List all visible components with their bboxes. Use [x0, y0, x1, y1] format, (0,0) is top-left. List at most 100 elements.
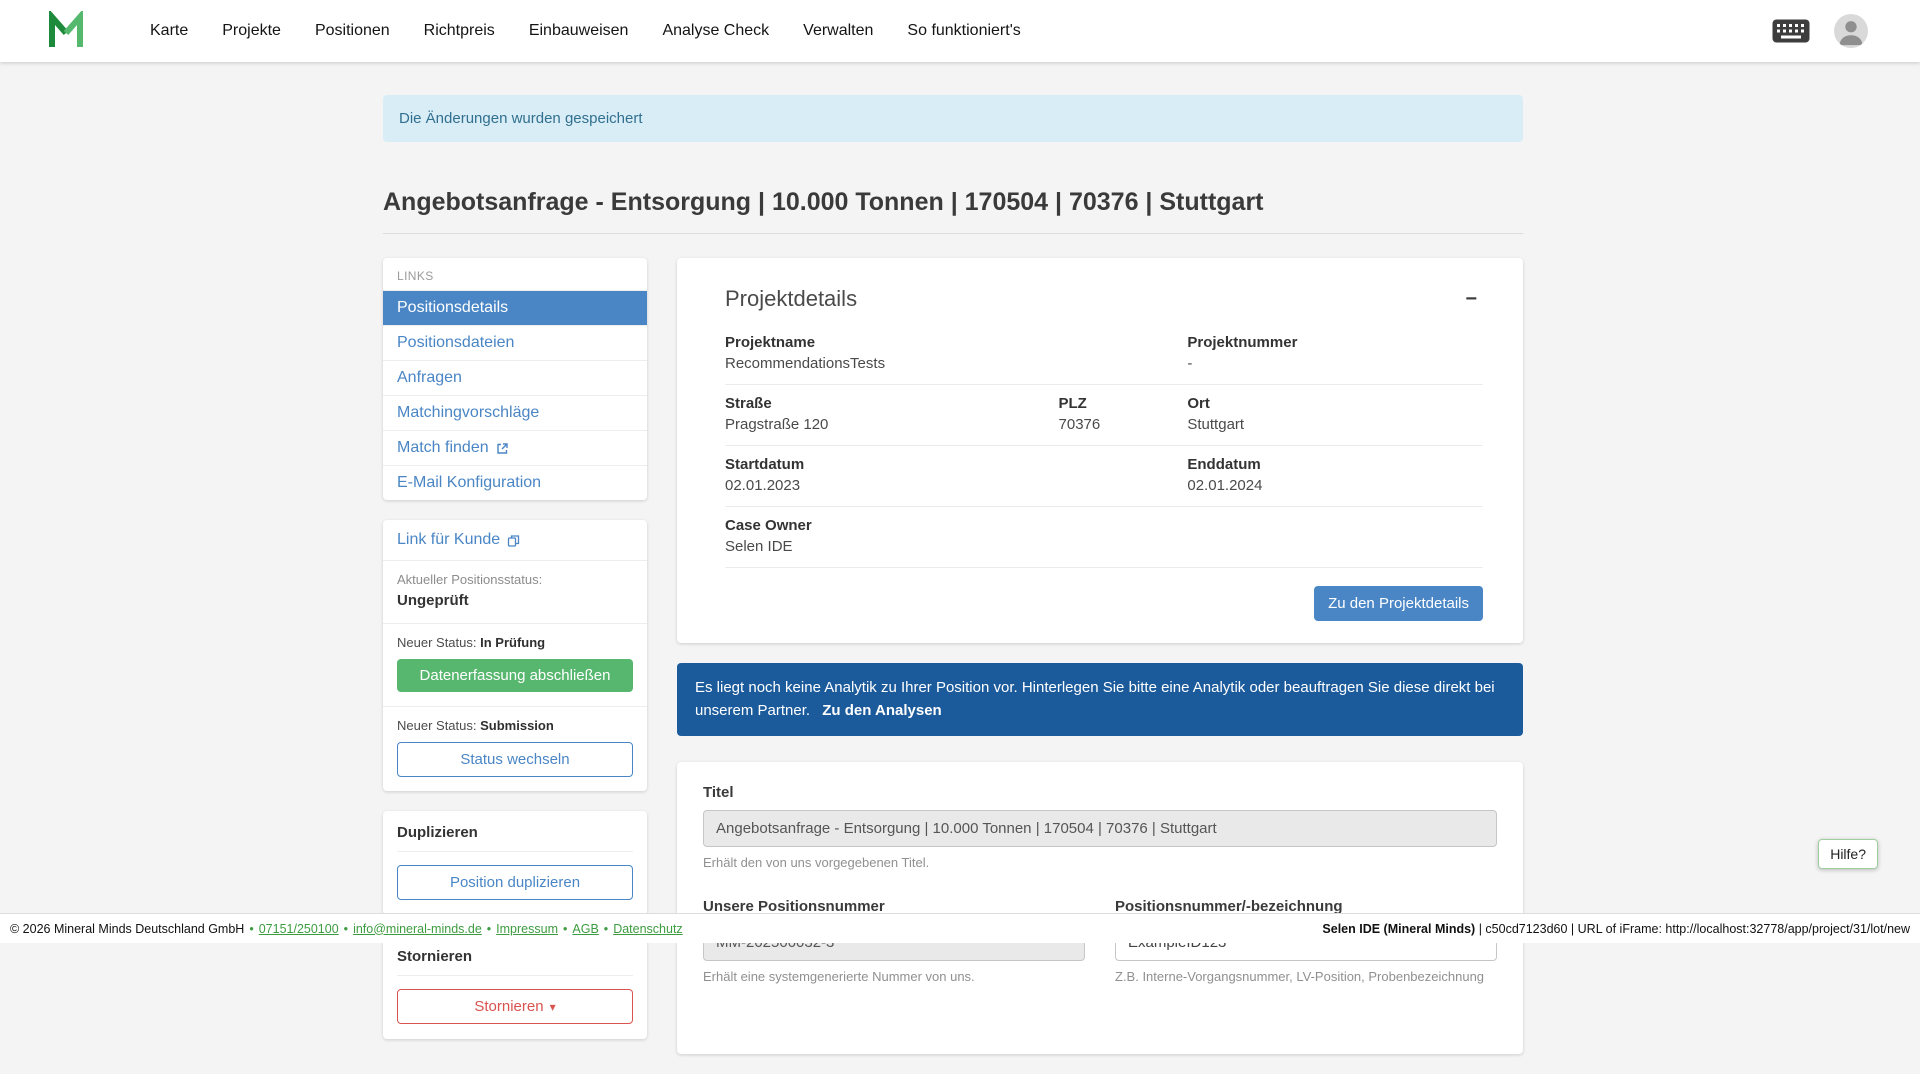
switch-status-button[interactable]: Status wechseln — [397, 742, 633, 777]
links-header: LINKS — [383, 258, 647, 290]
field-value: Stuttgart — [1187, 416, 1483, 433]
nav-item-einbauweisen[interactable]: Einbauweisen — [529, 22, 629, 40]
title-help-text: Erhält den von uns vorgegebenen Titel. — [703, 855, 1497, 870]
footer-email-link[interactable]: info@mineral-minds.de — [353, 922, 482, 936]
field-label: Startdatum — [725, 456, 1059, 473]
caret-down-icon: ▾ — [550, 1001, 556, 1013]
page-title: Angebotsanfrage - Entsorgung | 10.000 To… — [383, 188, 1523, 217]
session-user: Selen IDE (Mineral Minds) — [1322, 922, 1475, 936]
field-value: 70376 — [1059, 416, 1188, 433]
title-field-label: Titel — [703, 784, 1497, 801]
next-status-section-1: Neuer Status: In Prüfung Datenerfassung … — [383, 624, 647, 707]
project-details-title: Projektdetails — [725, 286, 857, 312]
nav-item-karte[interactable]: Karte — [150, 22, 188, 40]
brand-logo[interactable] — [46, 11, 92, 51]
footer-separator: • — [487, 922, 491, 936]
cancel-card: Stornieren Stornieren ▾ — [383, 935, 647, 1039]
analytics-banner: Es liegt noch keine Analytik zu Ihrer Po… — [677, 663, 1523, 736]
field-value: - — [1187, 355, 1483, 372]
footer-phone-link[interactable]: 07151/250100 — [259, 922, 339, 936]
next-status-section-2: Neuer Status: Submission Status wechseln — [383, 707, 647, 791]
main-nav: Karte Projekte Positionen Richtpreis Ein… — [150, 22, 1055, 40]
external-link-icon — [496, 442, 509, 455]
sidebar-item-positionsdateien[interactable]: Positionsdateien — [383, 325, 647, 360]
sidebar-item-anfragen[interactable]: Anfragen — [383, 360, 647, 395]
nav-item-projekte[interactable]: Projekte — [222, 22, 281, 40]
navbar-right — [1772, 14, 1868, 48]
title-input — [703, 810, 1497, 847]
sidebar-item-matchingvorschlaege[interactable]: Matchingvorschläge — [383, 395, 647, 430]
success-alert: Die Änderungen wurden gespeichert — [383, 95, 1523, 142]
footer-separator: • — [563, 922, 567, 936]
footer-separator: • — [249, 922, 253, 936]
nav-item-so-funktionierts[interactable]: So funktioniert's — [907, 22, 1020, 40]
current-status-label: Aktueller Positionsstatus: — [397, 572, 633, 587]
project-field-row: Projektname RecommendationsTests Projekt… — [725, 324, 1483, 385]
nav-item-positionen[interactable]: Positionen — [315, 22, 390, 40]
duplicate-position-button[interactable]: Position duplizieren — [397, 865, 633, 900]
our-position-number-help: Erhält eine systemgenerierte Nummer von … — [703, 969, 1085, 984]
field-label: Case Owner — [725, 517, 1059, 534]
current-status-section: Aktueller Positionsstatus: Ungeprüft — [383, 561, 647, 624]
current-status-value: Ungeprüft — [397, 592, 633, 609]
go-to-analyses-link[interactable]: Zu den Analysen — [822, 702, 941, 719]
field-label: Straße — [725, 395, 1059, 412]
analytics-banner-text: Es liegt noch keine Analytik zu Ihrer Po… — [695, 679, 1495, 719]
mineral-minds-logo-icon — [46, 11, 92, 51]
top-navbar: Karte Projekte Positionen Richtpreis Ein… — [0, 0, 1920, 62]
user-avatar[interactable] — [1834, 14, 1868, 48]
sidebar-item-match-finden[interactable]: Match finden — [383, 430, 647, 465]
keyboard-icon[interactable] — [1772, 19, 1810, 43]
nav-item-richtpreis[interactable]: Richtpreis — [424, 22, 495, 40]
next-status-line: Neuer Status: Submission — [397, 718, 633, 733]
complete-data-entry-button[interactable]: Datenerfassung abschließen — [397, 659, 633, 692]
field-value: Pragstraße 120 — [725, 416, 1059, 433]
project-details-card: Projektdetails − Projektname Recommendat… — [677, 258, 1523, 643]
session-info: Selen IDE (Mineral Minds) | c50cd7123d60… — [1322, 922, 1910, 936]
field-value: 02.01.2024 — [1187, 477, 1483, 494]
session-details: | c50cd7123d60 | URL of iFrame: http://l… — [1475, 922, 1910, 936]
copy-icon — [507, 534, 520, 547]
footer-datenschutz-link[interactable]: Datenschutz — [613, 922, 682, 936]
customer-link-label: Link für Kunde — [397, 531, 500, 549]
duplicate-card: Duplizieren Position duplizieren — [383, 811, 647, 915]
next-status-label: Neuer Status: — [397, 635, 477, 650]
footer-separator: • — [604, 922, 608, 936]
field-label: Projektnummer — [1187, 334, 1483, 351]
footer-agb-link[interactable]: AGB — [572, 922, 598, 936]
sidebar-item-label: Match finden — [397, 439, 489, 457]
title-divider — [383, 233, 1523, 234]
nav-item-verwalten[interactable]: Verwalten — [803, 22, 873, 40]
cancel-dropdown-button[interactable]: Stornieren ▾ — [397, 989, 633, 1024]
project-field-row: Straße Pragstraße 120 PLZ 70376 Ort Stut… — [725, 385, 1483, 446]
position-form-card: Titel Erhält den von uns vorgegebenen Ti… — [677, 762, 1523, 1054]
field-value: Selen IDE — [725, 538, 1059, 555]
customer-link[interactable]: Link für Kunde — [383, 520, 647, 561]
field-value: RecommendationsTests — [725, 355, 1059, 372]
page-footer: © 2026 Mineral Minds Deutschland GmbH • … — [0, 913, 1920, 943]
go-to-project-details-button[interactable]: Zu den Projektdetails — [1314, 586, 1483, 621]
person-icon — [1834, 14, 1868, 48]
sidebar-item-positionsdetails[interactable]: Positionsdetails — [383, 290, 647, 325]
field-label: Enddatum — [1187, 456, 1483, 473]
next-status-value: In Prüfung — [480, 635, 545, 650]
footer-impressum-link[interactable]: Impressum — [496, 922, 558, 936]
status-card: Link für Kunde Aktueller Positionsstatus… — [383, 520, 647, 791]
duplicate-card-title: Duplizieren — [397, 824, 633, 852]
field-label: PLZ — [1059, 395, 1188, 412]
project-field-row: Startdatum 02.01.2023 Enddatum 02.01.202… — [725, 446, 1483, 507]
help-button[interactable]: Hilfe? — [1818, 839, 1878, 869]
project-field-row: Case Owner Selen IDE — [725, 507, 1483, 568]
collapse-minus-icon[interactable]: − — [1459, 287, 1483, 311]
footer-separator: • — [344, 922, 348, 936]
field-value: 02.01.2023 — [725, 477, 1059, 494]
next-status-line: Neuer Status: In Prüfung — [397, 635, 633, 650]
cancel-button-label: Stornieren — [474, 998, 543, 1015]
custom-position-number-help: Z.B. Interne-Vorgangsnummer, LV-Position… — [1115, 969, 1497, 984]
sidebar-links-card: LINKS Positionsdetails Positionsdateien … — [383, 258, 647, 500]
cancel-card-title: Stornieren — [397, 948, 633, 976]
sidebar-item-email-konfiguration[interactable]: E-Mail Konfiguration — [383, 465, 647, 500]
copyright-text: © 2026 Mineral Minds Deutschland GmbH — [10, 922, 244, 936]
field-label: Projektname — [725, 334, 1059, 351]
nav-item-analyse-check[interactable]: Analyse Check — [662, 22, 769, 40]
